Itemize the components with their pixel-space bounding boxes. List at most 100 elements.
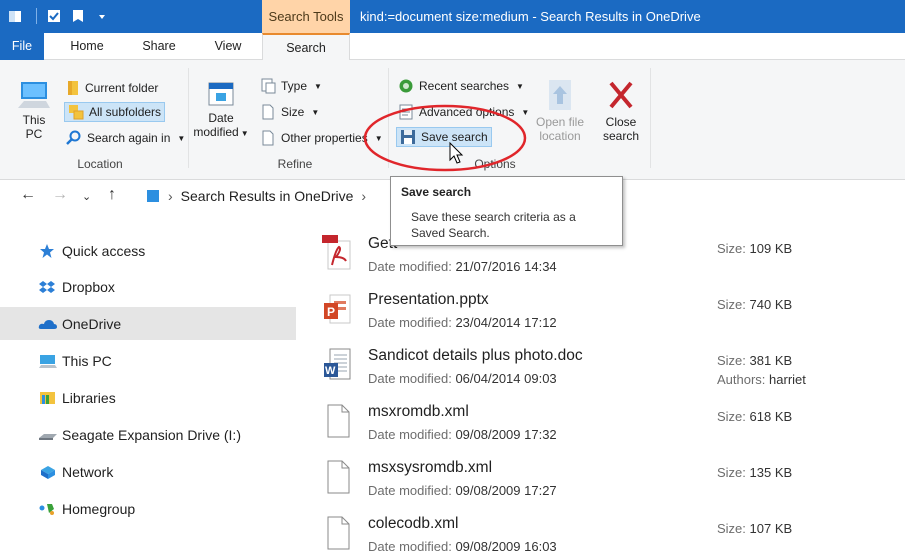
dropdown-caret-icon: ▼	[516, 81, 524, 91]
breadcrumb-search-results[interactable]: Search Results in OneDrive	[181, 188, 354, 204]
window-title: kind:=document size:medium - Search Resu…	[360, 9, 701, 24]
group-separator	[650, 68, 651, 168]
title-bar: Search Tools kind:=document size:medium …	[0, 0, 905, 33]
computer-icon	[18, 82, 50, 108]
date-value: 23/04/2014 17:12	[455, 315, 557, 330]
recent-searches-label: Recent searches	[419, 79, 510, 93]
sidebar-item-label: Homegroup	[62, 500, 136, 517]
dropbox-icon	[39, 280, 55, 293]
size-label: Size:	[717, 241, 746, 256]
size-label: Size	[281, 105, 305, 119]
tab-home[interactable]: Home	[52, 33, 122, 60]
size-value: 107 KB	[749, 521, 793, 536]
date-label: Date modified:	[368, 427, 452, 442]
navigation-pane: Quick access Dropbox OneDrive This PC Li…	[0, 213, 298, 553]
sidebar-item-label: Network	[62, 463, 114, 480]
file-date: Date modified: 09/08/2009 17:27	[368, 483, 557, 498]
open-file-location-icon	[549, 80, 571, 110]
tab-search[interactable]: Search	[262, 33, 350, 61]
search-again-label: Search again in	[87, 131, 171, 145]
file-date: Date modified: 21/07/2016 14:34	[368, 259, 557, 274]
toolbar-separator	[36, 8, 37, 24]
file-name: msxromdb.xml	[368, 403, 469, 420]
customize-toolbar-icon[interactable]	[95, 9, 109, 23]
folder-window-icon[interactable]	[8, 9, 22, 23]
date-label: Date modified:	[368, 539, 452, 553]
tooltip: Save search Save these search criteria a…	[390, 176, 623, 246]
file-size: Size: 107 KB	[717, 521, 792, 536]
all-subfolders-button[interactable]: All subfolders	[64, 102, 166, 122]
date-modified-button[interactable]: Date modified ▼	[192, 80, 250, 141]
file-date: Date modified: 06/04/2014 09:03	[368, 371, 557, 386]
list-item[interactable]: P Presentation.pptx Date modified: 23/04…	[310, 283, 905, 343]
list-item[interactable]: colecodb.xml Date modified: 09/08/2009 1…	[310, 507, 905, 553]
date-value: 09/08/2009 16:03	[455, 539, 557, 553]
type-button[interactable]: Type ▼	[260, 78, 322, 94]
refine-group-label: Refine	[277, 157, 313, 171]
homegroup-icon	[39, 503, 54, 515]
dropdown-caret-icon: ▼	[314, 81, 322, 91]
list-item[interactable]: W Sandicot details plus photo.doc Date m…	[310, 339, 905, 399]
sidebar-item-dropbox[interactable]: Dropbox	[0, 270, 296, 303]
svg-text:W: W	[325, 365, 336, 377]
size-value: 109 KB	[749, 241, 793, 256]
size-label: Size:	[717, 465, 746, 480]
file-name: Presentation.pptx	[368, 291, 489, 308]
current-folder-button[interactable]: Current folder	[66, 80, 158, 96]
date-label: Date modified:	[368, 315, 452, 330]
this-pc-button[interactable]: This PC	[12, 80, 56, 141]
breadcrumb[interactable]: › Search Results in OneDrive ›	[146, 188, 366, 204]
close-search-button[interactable]: Close search	[596, 78, 646, 143]
properties-icon[interactable]	[47, 9, 61, 23]
forward-arrow-icon[interactable]: →	[52, 186, 68, 204]
location-group-label: Location	[77, 157, 123, 171]
properties-icon	[262, 130, 274, 146]
tab-share[interactable]: Share	[125, 33, 193, 60]
current-folder-label: Current folder	[85, 81, 159, 95]
word-icon: W	[324, 348, 351, 380]
library-icon	[40, 391, 55, 404]
svg-text:P: P	[327, 305, 335, 319]
chevron-right-icon: ›	[168, 188, 173, 204]
list-item[interactable]: msxromdb.xml Date modified: 09/08/2009 1…	[310, 395, 905, 455]
size-button[interactable]: Size ▼	[260, 104, 319, 120]
subfolders-icon	[69, 105, 84, 120]
tooltip-title: Save search	[401, 185, 472, 199]
open-file-location-button[interactable]: Open file location	[530, 78, 590, 143]
file-date: Date modified: 09/08/2009 17:32	[368, 427, 557, 442]
search-tools-context-tab: Search Tools	[262, 0, 350, 33]
group-separator	[188, 68, 189, 168]
sidebar-item-onedrive[interactable]: OneDrive	[0, 307, 296, 340]
sidebar-item-homegroup[interactable]: Homegroup	[0, 492, 296, 525]
calendar-icon	[208, 82, 234, 106]
file-size: Size: 381 KB	[717, 353, 792, 368]
sidebar-item-label: OneDrive	[62, 315, 122, 332]
sidebar-item-quick-access[interactable]: Quick access	[0, 234, 296, 267]
sidebar-item-label: Seagate Expansion Drive (I:)	[62, 426, 241, 443]
star-icon	[40, 243, 54, 258]
sidebar-item-this-pc[interactable]: This PC	[0, 344, 296, 377]
list-item[interactable]: msxsysromdb.xml Date modified: 09/08/200…	[310, 451, 905, 511]
tab-file[interactable]: File	[0, 33, 44, 60]
explorer-window: Search Tools kind:=document size:medium …	[0, 0, 905, 553]
recent-searches-button[interactable]: Recent searches ▼	[398, 78, 524, 94]
search-results-icon	[147, 190, 159, 202]
tab-view[interactable]: View	[196, 33, 260, 60]
up-arrow-icon[interactable]: ↑	[108, 186, 116, 204]
recent-locations-chevron-icon[interactable]: ⌄	[82, 190, 91, 203]
search-again-in-button[interactable]: Search again in ▼	[66, 130, 185, 146]
new-folder-icon[interactable]	[71, 9, 85, 23]
dropdown-caret-icon: ▼	[177, 133, 186, 143]
sidebar-item-seagate-drive[interactable]: Seagate Expansion Drive (I:)	[0, 418, 296, 451]
sidebar-item-label: Dropbox	[62, 278, 115, 295]
sidebar-item-libraries[interactable]: Libraries	[0, 381, 296, 414]
date-value: 09/08/2009 17:32	[455, 427, 557, 442]
file-name: Sandicot details plus photo.doc	[368, 347, 583, 364]
sidebar-item-network[interactable]: Network	[0, 455, 296, 488]
network-icon	[41, 465, 55, 479]
file-date: Date modified: 09/08/2009 16:03	[368, 539, 557, 553]
authors-value: harriet	[769, 372, 806, 387]
this-pc-label-line1: This	[22, 113, 46, 127]
date-label: Date modified:	[368, 483, 452, 498]
back-arrow-icon[interactable]: ←	[20, 186, 36, 204]
